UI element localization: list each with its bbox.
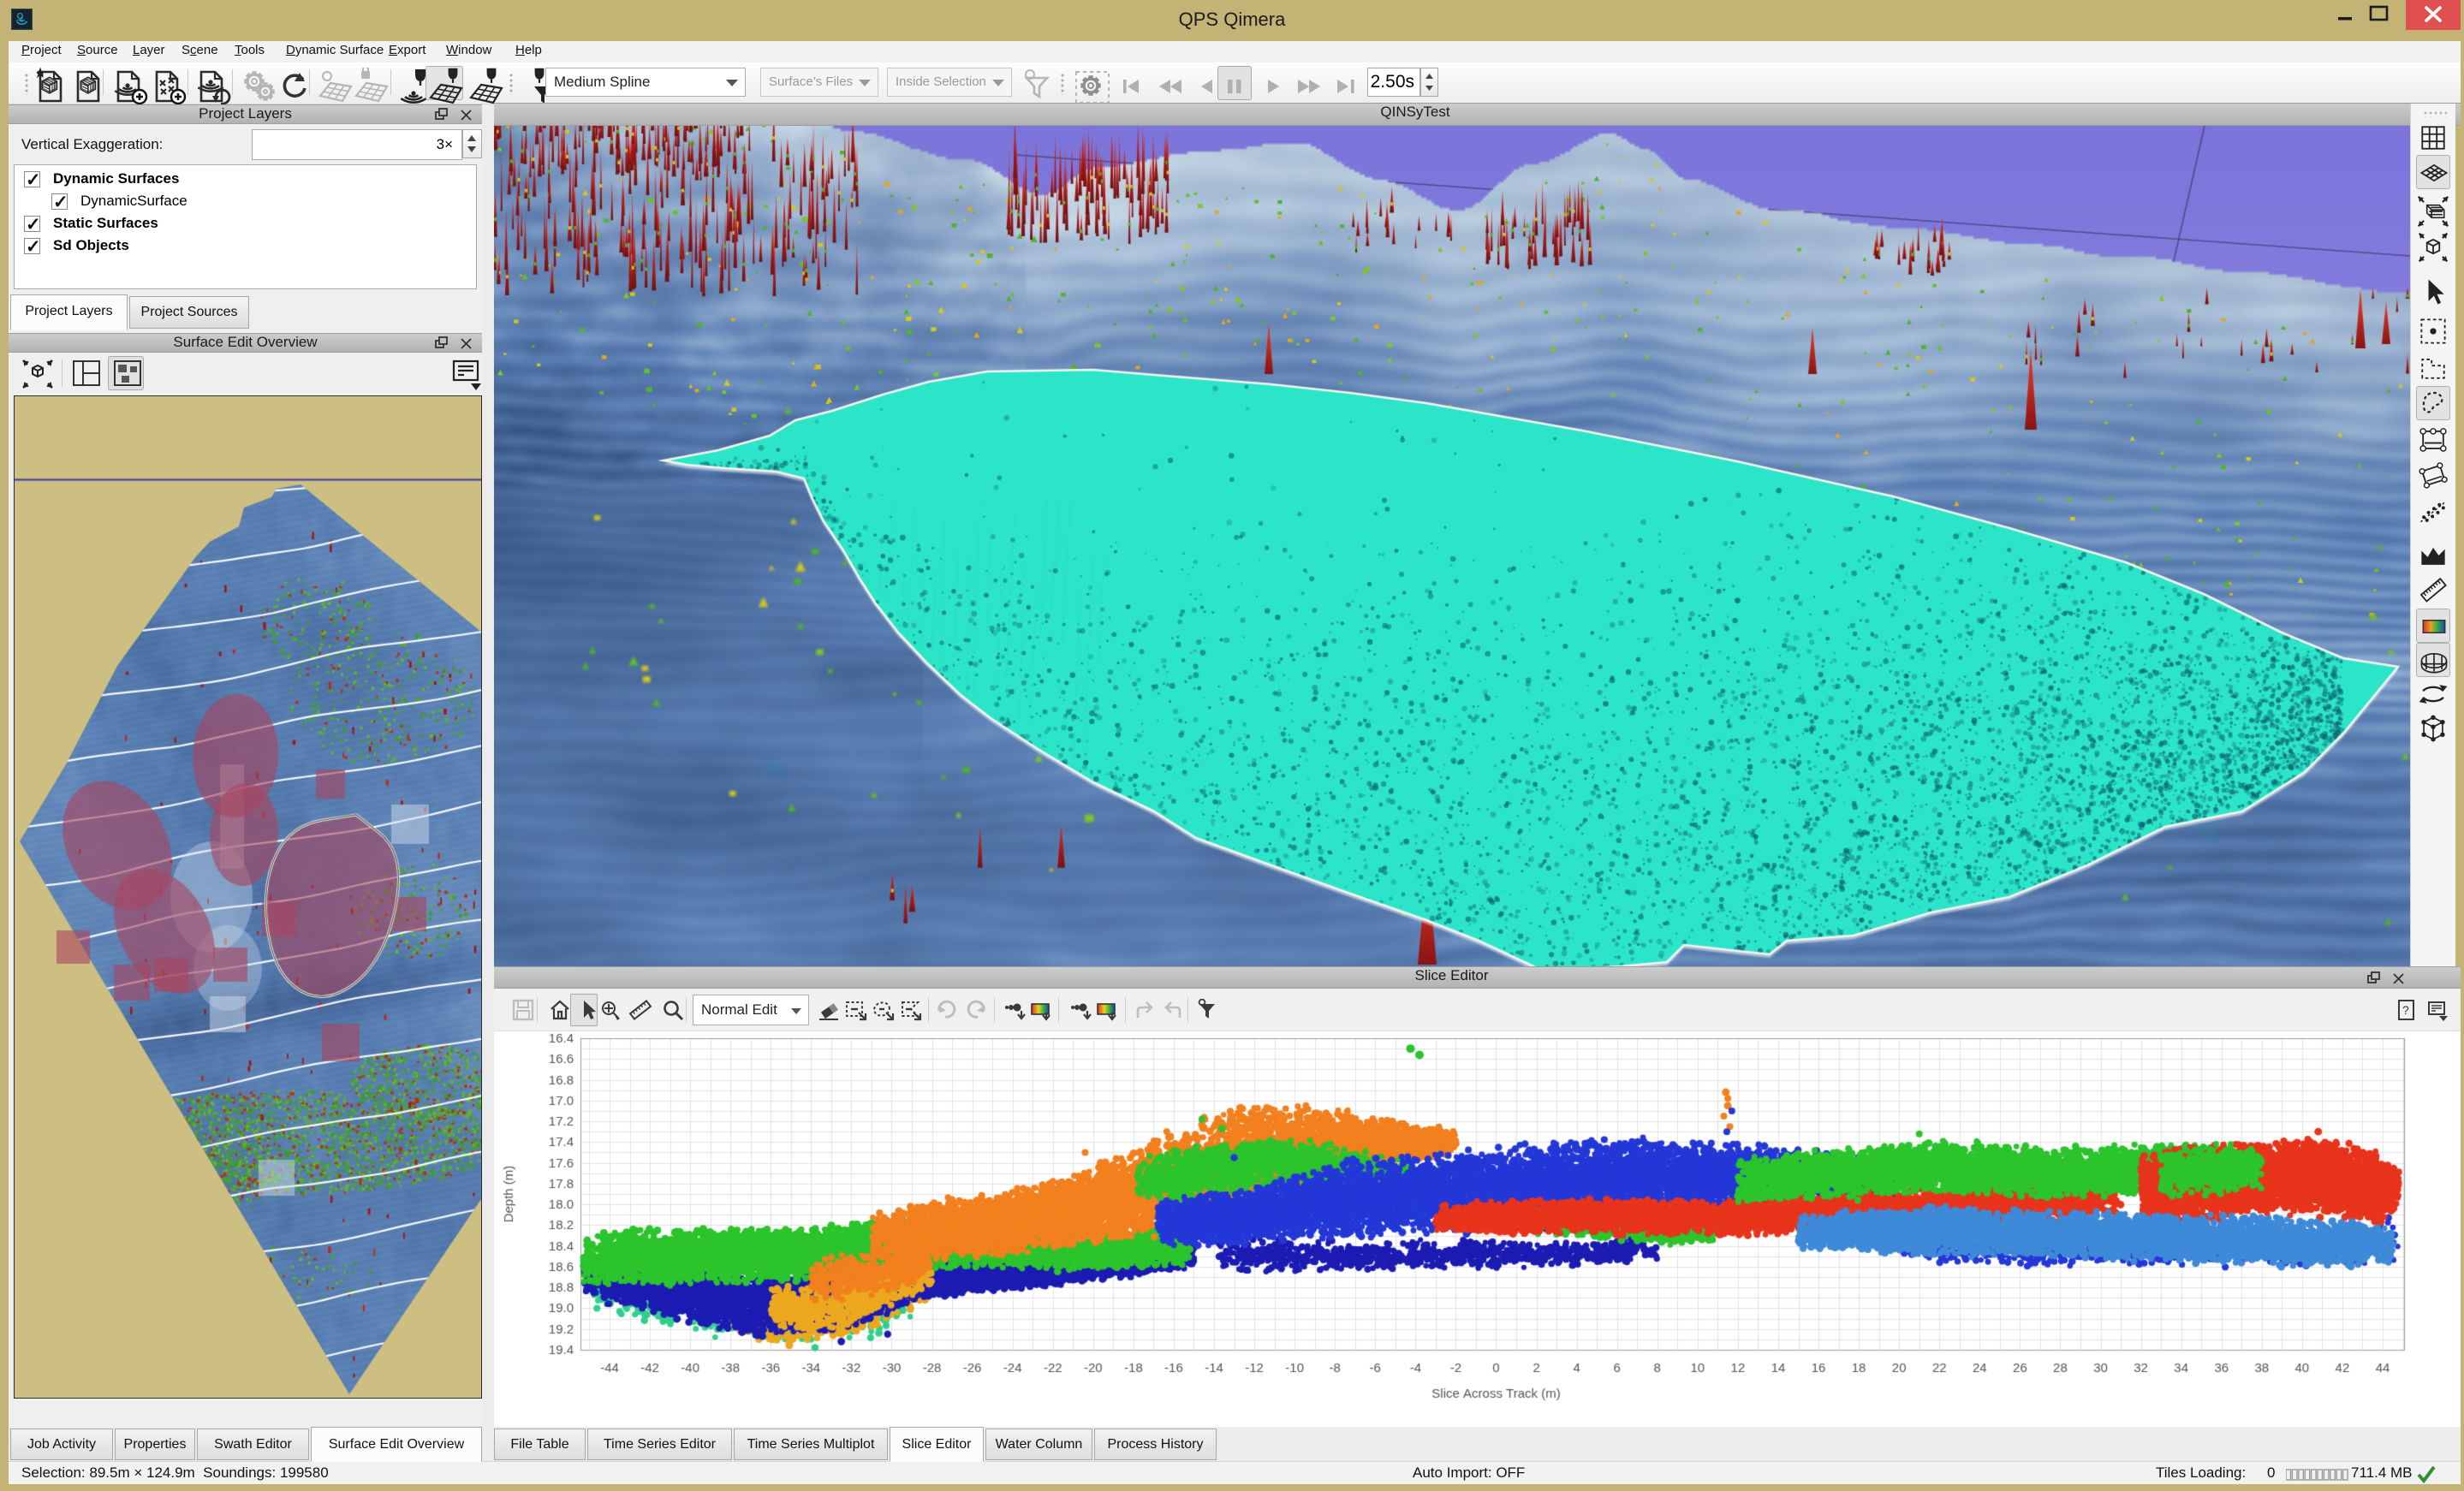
svg-text:?: ? [2402,1003,2409,1017]
